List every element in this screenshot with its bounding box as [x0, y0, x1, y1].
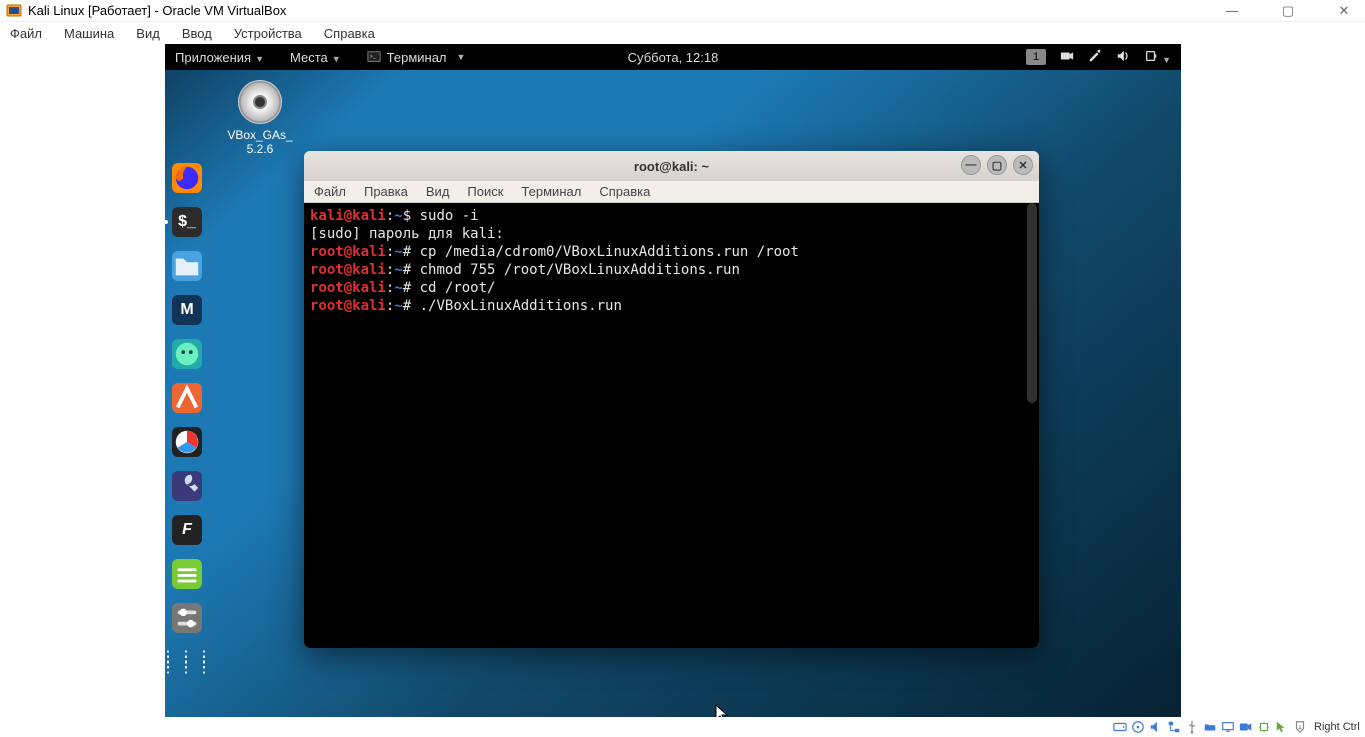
menu-file[interactable]: Файл: [10, 26, 42, 41]
sb-mouse-icon[interactable]: [1274, 719, 1290, 735]
dock-maltego[interactable]: [172, 339, 202, 369]
dock-firefox[interactable]: [172, 163, 202, 193]
disc-icon: [238, 80, 282, 124]
terminal-maximize[interactable]: ▢: [987, 155, 1007, 175]
term-menu-file[interactable]: Файл: [314, 184, 346, 199]
sb-hostkey-icon[interactable]: [1292, 719, 1308, 735]
menu-view[interactable]: Вид: [136, 26, 160, 41]
dock-files[interactable]: [172, 251, 202, 281]
virtualbox-icon: [6, 3, 22, 19]
terminal-window: root@kali: ~ — ▢ ✕ Файл Правка Вид Поиск…: [304, 151, 1039, 648]
menu-help[interactable]: Справка: [324, 26, 375, 41]
window-controls: — ▢ ✕: [1217, 3, 1359, 19]
volume-icon[interactable]: [1116, 49, 1130, 66]
dock-show-apps[interactable]: ⋮⋮⋮⋮⋮⋮⋮⋮⋮: [172, 647, 202, 677]
virtualbox-statusbar: Right Ctrl: [1108, 717, 1364, 737]
maximize-button[interactable]: ▢: [1273, 3, 1303, 19]
dock-faraday[interactable]: F: [172, 515, 202, 545]
guest-display: Приложения▼ Места▼ >_ Терминал▼ Суббота,…: [165, 44, 1181, 717]
camera-icon[interactable]: [1060, 49, 1074, 66]
terminal-line: [sudo] пароль для kali:: [310, 225, 1033, 243]
dock: $_ M F ⋮⋮⋮⋮⋮⋮⋮⋮⋮: [165, 159, 209, 681]
dock-burp[interactable]: [172, 383, 202, 413]
terminal-line: root@kali:~# chmod 755 /root/VBoxLinuxAd…: [310, 261, 1033, 279]
close-button[interactable]: ✕: [1329, 3, 1359, 19]
term-menu-terminal[interactable]: Терминал: [521, 184, 581, 199]
term-menu-view[interactable]: Вид: [426, 184, 450, 199]
minimize-button[interactable]: —: [1217, 3, 1247, 19]
term-menu-search[interactable]: Поиск: [467, 184, 503, 199]
icon-label-line1: VBox_GAs_: [215, 128, 305, 142]
dock-terminal[interactable]: $_: [172, 207, 202, 237]
dock-zenmap[interactable]: [172, 427, 202, 457]
terminal-scrollbar[interactable]: [1027, 203, 1037, 648]
sb-processor-icon[interactable]: [1256, 719, 1272, 735]
mouse-cursor: [715, 704, 731, 717]
applications-menu[interactable]: Приложения▼: [175, 50, 264, 65]
menu-devices[interactable]: Устройства: [234, 26, 302, 41]
term-menu-help[interactable]: Справка: [599, 184, 650, 199]
terminal-title: root@kali: ~: [634, 159, 709, 174]
dock-metasploit[interactable]: M: [172, 295, 202, 325]
terminal-body[interactable]: kali@kali:~$ sudo -i[sudo] пароль для ka…: [304, 203, 1039, 648]
gnome-topbar: Приложения▼ Места▼ >_ Терминал▼ Суббота,…: [165, 44, 1181, 70]
terminal-menubar: Файл Правка Вид Поиск Терминал Справка: [304, 181, 1039, 203]
terminal-minimize[interactable]: —: [961, 155, 981, 175]
hostkey-label: Right Ctrl: [1314, 721, 1360, 733]
menu-input[interactable]: Ввод: [182, 26, 212, 41]
sb-network-icon[interactable]: [1166, 719, 1182, 735]
sb-display-icon[interactable]: [1220, 719, 1236, 735]
workspace-indicator[interactable]: 1: [1026, 49, 1046, 65]
active-app-indicator[interactable]: >_ Терминал▼: [367, 50, 466, 65]
sb-recording-icon[interactable]: [1238, 719, 1254, 735]
dock-tweaks[interactable]: [172, 603, 202, 633]
clock[interactable]: Суббота, 12:18: [628, 50, 719, 65]
svg-text:>_: >_: [369, 54, 375, 60]
sb-hdd-icon[interactable]: [1112, 719, 1128, 735]
icon-label-line2: 5.2.6: [215, 142, 305, 156]
color-picker-icon[interactable]: [1088, 49, 1102, 66]
window-title: Kali Linux [Работает] - Oracle VM Virtua…: [28, 3, 286, 18]
terminal-line: kali@kali:~$ sudo -i: [310, 207, 1033, 225]
term-menu-edit[interactable]: Правка: [364, 184, 408, 199]
virtualbox-menubar: Файл Машина Вид Ввод Устройства Справка: [0, 22, 1365, 44]
terminal-line: root@kali:~# cd /root/: [310, 279, 1033, 297]
terminal-close[interactable]: ✕: [1013, 155, 1033, 175]
terminal-line: root@kali:~# cp /media/cdrom0/VBoxLinuxA…: [310, 243, 1033, 261]
sb-cd-icon[interactable]: [1130, 719, 1146, 735]
dock-cherrytree[interactable]: [172, 559, 202, 589]
terminal-titlebar[interactable]: root@kali: ~ — ▢ ✕: [304, 151, 1039, 181]
sb-shared-folder-icon[interactable]: [1202, 719, 1218, 735]
dock-settings-tool[interactable]: [172, 471, 202, 501]
power-icon[interactable]: ▼: [1144, 49, 1171, 66]
menu-machine[interactable]: Машина: [64, 26, 114, 41]
sb-usb-icon[interactable]: [1184, 719, 1200, 735]
desktop-cd-icon[interactable]: VBox_GAs_ 5.2.6: [215, 80, 305, 156]
sb-audio-icon[interactable]: [1148, 719, 1164, 735]
places-menu[interactable]: Места▼: [290, 50, 341, 65]
terminal-line: root@kali:~# ./VBoxLinuxAdditions.run: [310, 297, 1033, 315]
virtualbox-titlebar: Kali Linux [Работает] - Oracle VM Virtua…: [0, 0, 1365, 22]
